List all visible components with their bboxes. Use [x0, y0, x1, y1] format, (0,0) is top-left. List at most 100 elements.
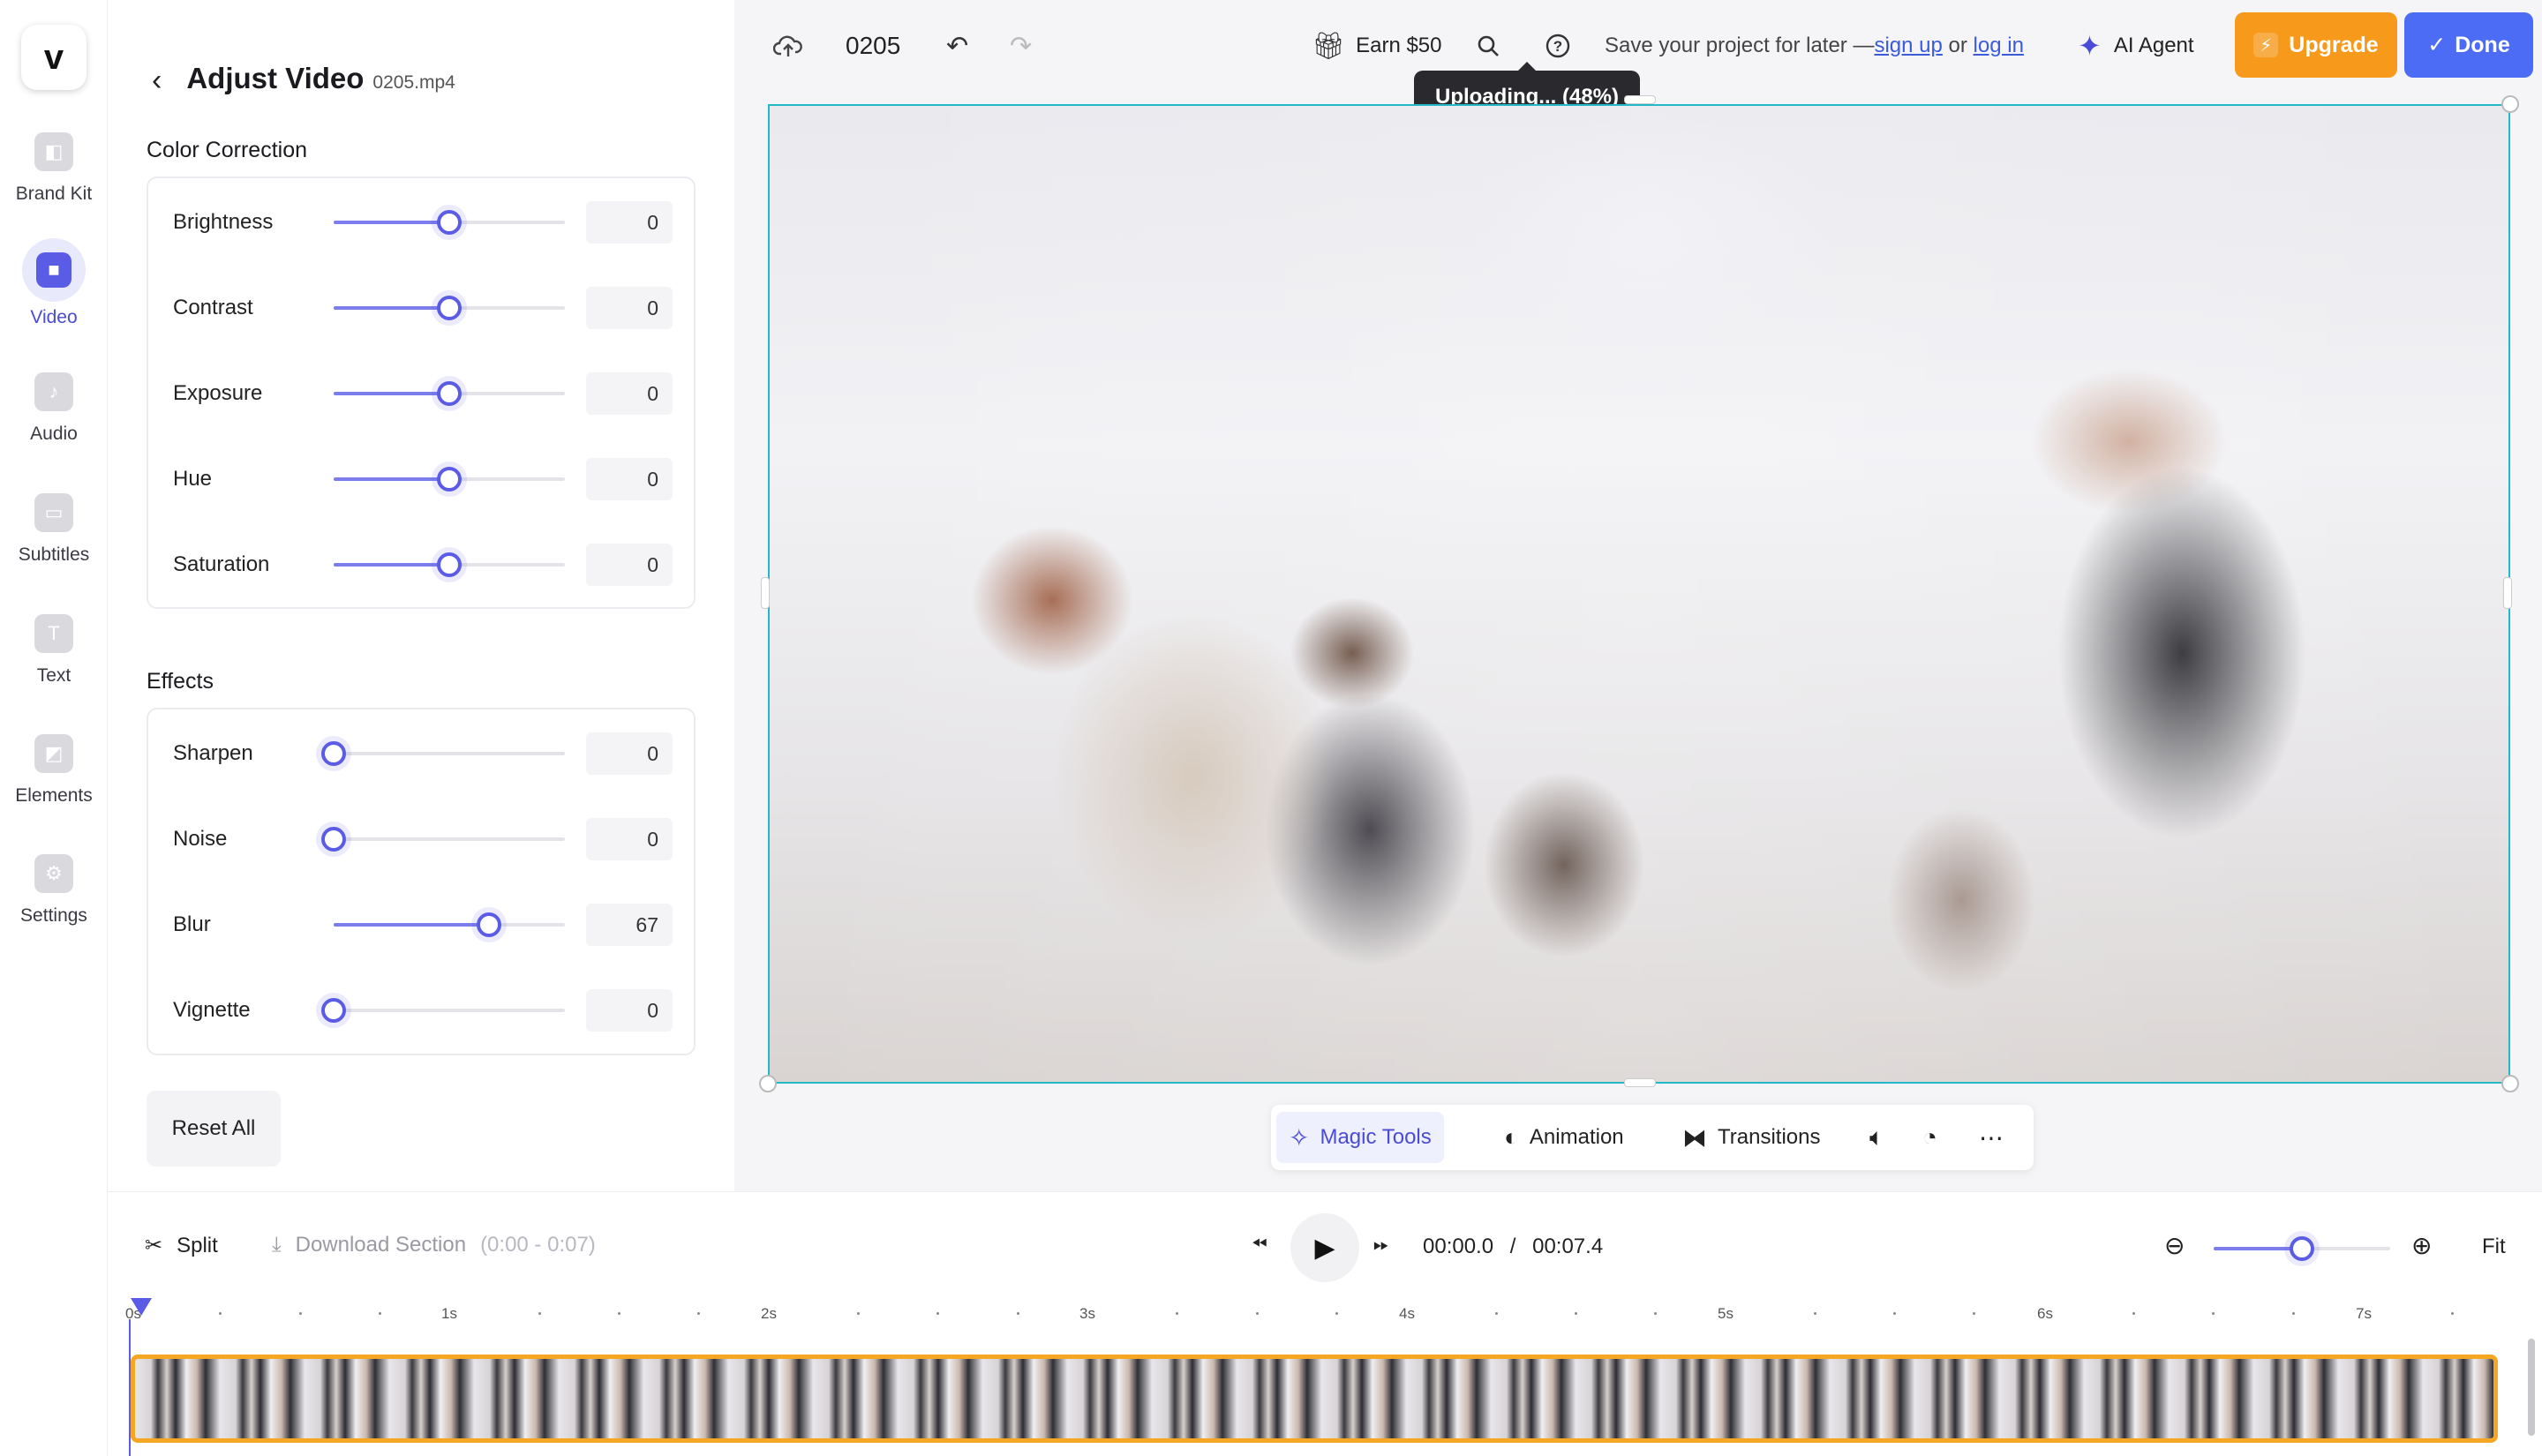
zoom-out-icon[interactable]: ⊖ [2164, 1231, 2185, 1260]
cloud-upload-icon[interactable] [773, 0, 803, 92]
slider-label: Blur [173, 912, 211, 936]
slider-label: Exposure [173, 381, 263, 405]
slider-row-exposure: Exposure 0 [148, 367, 694, 420]
playhead-marker[interactable] [129, 1296, 154, 1321]
exposure-value-input[interactable]: 0 [586, 372, 673, 415]
magic-tools-button[interactable]: ✧ Magic Tools [1276, 1112, 1444, 1163]
ai-agent-button[interactable]: ✦ AI Agent [2078, 0, 2194, 92]
lightning-icon: ⚡︎ [2253, 33, 2279, 57]
tick-label: 5s [1718, 1305, 1734, 1322]
log-in-link[interactable]: log in [1974, 34, 2024, 58]
sign-up-link[interactable]: sign up [1874, 34, 1942, 58]
panel-header: ‹ Adjust Video 0205.mp4 [152, 62, 455, 98]
brightness-slider[interactable] [334, 210, 565, 235]
hue-value-input[interactable]: 0 [586, 458, 673, 500]
blur-value-input[interactable]: 67 [586, 904, 673, 946]
resize-handle-top[interactable] [1624, 95, 1656, 104]
timeline-area: ✂ Split ⤓ Download Section (0:00 - 0:07)… [108, 1191, 2542, 1456]
total-time: 00:07.4 [1532, 1235, 1604, 1258]
slider-handle[interactable] [2290, 1236, 2314, 1261]
color-correction-title: Color Correction [147, 138, 308, 162]
ruler-dot [1813, 1312, 1816, 1315]
rail-item-subtitles[interactable]: ▭ Subtitles [0, 493, 108, 566]
upgrade-button[interactable]: ⚡︎ Upgrade [2235, 12, 2397, 78]
rail-item-elements[interactable]: ◩ Elements [0, 734, 108, 807]
volume-icon[interactable]: 🔈︎ [1857, 1112, 1897, 1163]
scissors-icon: ✂ [145, 1234, 163, 1257]
play-button[interactable]: ▶ [1290, 1213, 1359, 1282]
elements-icon: ◩ [34, 734, 73, 773]
svg-text:?: ? [1553, 38, 1562, 55]
resize-handle-top-right[interactable] [2501, 95, 2519, 113]
ruler-dot [856, 1312, 860, 1315]
reset-all-button[interactable]: Reset All [147, 1091, 281, 1167]
fast-forward-icon[interactable]: ⏩︎ [1373, 1233, 1389, 1256]
saturation-value-input[interactable]: 0 [586, 544, 673, 586]
contrast-slider[interactable] [334, 296, 565, 320]
zoom-in-icon[interactable]: ⊕ [2411, 1231, 2432, 1260]
play-icon: ▶ [1314, 1233, 1335, 1263]
noise-slider[interactable] [321, 827, 565, 852]
app-logo[interactable]: v [21, 25, 86, 90]
slider-row-hue: Hue 0 [148, 453, 694, 506]
vignette-slider[interactable] [321, 998, 565, 1023]
vignette-value-input[interactable]: 0 [586, 989, 673, 1032]
more-options-icon[interactable]: ⋯ [1967, 1112, 2016, 1163]
slider-row-sharpen: Sharpen 0 [148, 727, 694, 780]
download-section-label: Download Section [295, 1233, 467, 1257]
project-name[interactable]: 0205 [846, 0, 900, 92]
rail-item-text[interactable]: T Text [0, 614, 108, 687]
resize-handle-bottom[interactable] [1624, 1078, 1656, 1087]
slider-handle[interactable] [321, 741, 346, 766]
ruler-dot [538, 1312, 541, 1315]
slider-handle[interactable] [437, 210, 462, 235]
redo-icon[interactable]: ↷ [1010, 0, 1032, 92]
timeline-scrollbar[interactable] [2528, 1339, 2535, 1436]
contrast-value-input[interactable]: 0 [586, 287, 673, 329]
exposure-slider[interactable] [334, 381, 565, 406]
saturation-slider[interactable] [334, 552, 565, 577]
sharpen-slider[interactable] [321, 741, 565, 766]
slider-handle[interactable] [437, 552, 462, 577]
slider-label: Vignette [173, 998, 251, 1022]
download-range: (0:00 - 0:07) [480, 1233, 596, 1257]
resize-handle-bottom-right[interactable] [2501, 1075, 2519, 1092]
back-icon[interactable]: ‹ [152, 64, 162, 98]
timeline-zoom-slider[interactable] [2214, 1236, 2390, 1261]
video-clip-track[interactable] [131, 1355, 2498, 1443]
blur-slider[interactable] [334, 912, 565, 937]
resize-handle-left[interactable] [761, 577, 770, 609]
video-preview[interactable] [768, 104, 2510, 1084]
speed-icon[interactable]: ◔ [1910, 1112, 1950, 1163]
slider-row-noise: Noise 0 [148, 813, 694, 866]
current-time: 00:00.0 [1423, 1235, 1494, 1258]
rail-item-brand-kit[interactable]: ◧ Brand Kit [0, 132, 108, 205]
slider-handle[interactable] [437, 381, 462, 406]
earn-label: Earn $50 [1356, 34, 1442, 57]
rewind-icon[interactable]: ⏪︎ [1252, 1233, 1267, 1256]
transitions-button[interactable]: ⧓ Transitions [1670, 1112, 1832, 1163]
rail-item-video[interactable]: ■ Video [0, 238, 108, 328]
fit-button[interactable]: Fit [2482, 1235, 2506, 1259]
hue-slider[interactable] [334, 467, 565, 492]
resize-handle-bottom-left[interactable] [759, 1075, 777, 1092]
slider-handle[interactable] [321, 827, 346, 852]
download-section-button[interactable]: ⤓ Download Section (0:00 - 0:07) [272, 1233, 596, 1257]
download-icon: ⤓ [272, 1233, 282, 1257]
ruler-dot [219, 1312, 222, 1315]
split-button[interactable]: ✂ Split [145, 1233, 218, 1258]
rail-item-audio[interactable]: ♪ Audio [0, 372, 108, 445]
done-button[interactable]: ✓ Done [2404, 12, 2533, 78]
brightness-value-input[interactable]: 0 [586, 201, 673, 244]
animation-button[interactable]: ◐ Animation [1492, 1112, 1636, 1163]
color-correction-card: Brightness 0 Contrast 0 Exposure 0 Hue 0… [147, 176, 696, 609]
slider-handle[interactable] [437, 296, 462, 320]
slider-handle[interactable] [321, 998, 346, 1023]
sharpen-value-input[interactable]: 0 [586, 732, 673, 775]
slider-handle[interactable] [437, 467, 462, 492]
resize-handle-right[interactable] [2503, 577, 2512, 609]
undo-icon[interactable]: ↶ [946, 0, 968, 92]
slider-handle[interactable] [476, 912, 501, 937]
rail-item-settings[interactable]: ⚙ Settings [0, 854, 108, 927]
noise-value-input[interactable]: 0 [586, 818, 673, 860]
